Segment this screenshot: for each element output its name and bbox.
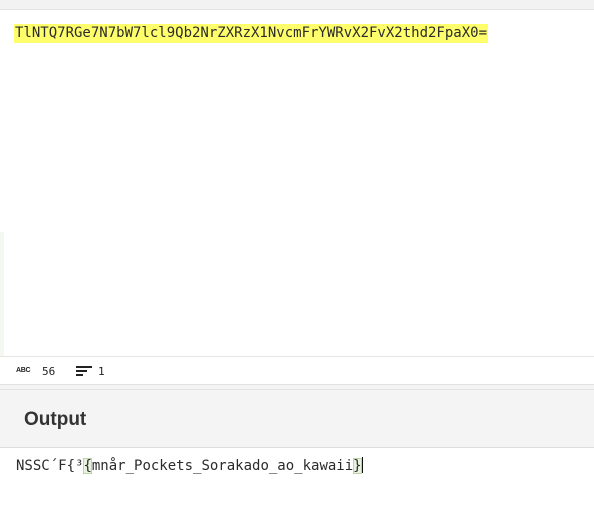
line-count-status: 1 (76, 364, 105, 378)
char-count-value: 56 (42, 364, 56, 378)
input-text[interactable]: TlNTQ7RGe7N7bW7lcl9Qb2NrZXRzX1NvcmFrYWRv… (14, 24, 489, 43)
output-text-prefix: NSSC´F{³ (16, 458, 84, 474)
abc-icon: ABC (16, 367, 31, 374)
gutter-mark (0, 232, 4, 356)
line-count-value: 1 (98, 364, 105, 378)
app-window: TlNTQ7RGe7N7bW7lcl9Qb2NrZXRzX1NvcmFrYWRv… (0, 0, 594, 508)
close-brace-highlight: } (353, 458, 362, 474)
output-header: Output (0, 390, 594, 448)
open-brace-highlight: { (83, 458, 92, 474)
resize-handle[interactable] (438, 384, 478, 396)
output-pane[interactable]: NSSC´F{³{mnår_Pockets_Sorakado_ao_kawaii… (0, 448, 594, 508)
top-divider (0, 0, 594, 10)
input-pane[interactable]: TlNTQ7RGe7N7bW7lcl9Qb2NrZXRzX1NvcmFrYWRv… (0, 0, 594, 356)
lines-icon (76, 365, 92, 377)
status-bar: ABC 56 1 (0, 356, 594, 384)
char-count-status: ABC 56 (16, 364, 55, 378)
output-text[interactable]: NSSC´F{³{mnår_Pockets_Sorakado_ao_kawaii… (16, 456, 363, 476)
output-title: Output (24, 409, 87, 430)
output-text-middle: mnår_Pockets_Sorakado_ao_kawaii (91, 458, 354, 474)
text-cursor (361, 457, 363, 473)
